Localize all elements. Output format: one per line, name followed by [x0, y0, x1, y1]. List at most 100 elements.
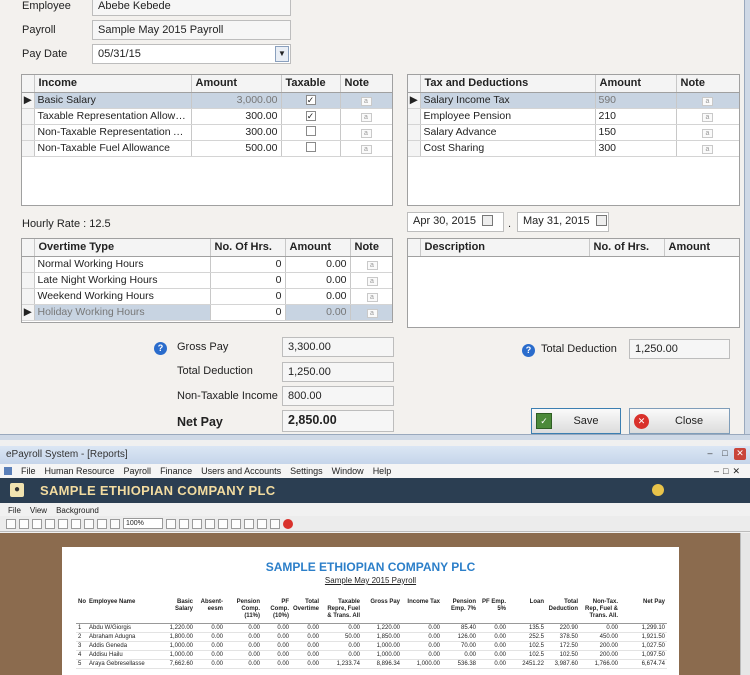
save-button[interactable]: ✓ Save	[531, 408, 621, 434]
first-page-icon[interactable]	[179, 518, 189, 529]
note-icon[interactable]: a	[702, 113, 713, 122]
deduction-name[interactable]: Employee Pension	[420, 108, 596, 125]
email-icon[interactable]	[71, 518, 81, 529]
overtime-hours[interactable]: 0	[210, 288, 286, 305]
export-icon[interactable]	[58, 518, 68, 529]
multi-page-icon[interactable]	[231, 518, 241, 529]
lightbulb-icon[interactable]: ●	[10, 483, 24, 497]
table-row[interactable]: Taxable Representation Allowan... 300.00…	[22, 108, 392, 125]
overtime-amount[interactable]: 0.00	[285, 304, 351, 321]
menu-file[interactable]: File	[21, 466, 36, 476]
note-icon[interactable]: a	[360, 145, 372, 154]
overtime-amount[interactable]: 0.00	[285, 256, 351, 273]
chevron-down-icon[interactable]: ▼	[275, 46, 289, 62]
overtime-hours[interactable]: 0	[210, 272, 286, 289]
report-menu-file[interactable]: File	[8, 506, 21, 515]
gross-pay-field[interactable]: 3,300.00	[282, 337, 394, 357]
income-amount[interactable]: 300.00	[191, 108, 282, 125]
income-header[interactable]: Income	[34, 75, 192, 93]
table-row[interactable]: ▶ Basic Salary 3,000.00 ✓ a	[22, 92, 392, 109]
note-icon[interactable]: a	[366, 309, 378, 318]
deduction-amount[interactable]: 210	[595, 108, 677, 125]
zoom-out-icon[interactable]	[97, 518, 107, 529]
hours-header[interactable]: No. Of Hrs.	[210, 239, 286, 257]
menu-help[interactable]: Help	[373, 466, 392, 476]
menu-settings[interactable]: Settings	[290, 466, 323, 476]
color-icon[interactable]	[257, 518, 267, 529]
note-icon[interactable]: a	[702, 145, 713, 154]
note-icon[interactable]: a	[366, 293, 378, 302]
zoom-icon[interactable]	[110, 518, 120, 529]
taxable-checkbox[interactable]: ✓	[305, 111, 316, 121]
note-icon[interactable]: a	[360, 129, 372, 138]
table-row[interactable]: Weekend Working Hours 0 0.00 a	[22, 288, 392, 305]
close-button[interactable]: ✕ Close	[629, 408, 730, 434]
table-row[interactable]: Salary Advance 150 a	[408, 124, 739, 141]
deduction-name[interactable]: Cost Sharing	[420, 140, 596, 157]
help-icon[interactable]: ?	[522, 344, 535, 357]
overtime-hours[interactable]: 0	[210, 256, 286, 273]
hand-icon[interactable]	[84, 518, 94, 529]
total-deduction-field[interactable]: 1,250.00	[282, 362, 394, 382]
hours-header[interactable]: No. of Hrs.	[589, 239, 665, 257]
table-row[interactable]: Non-Taxable Representation All... 300.00…	[22, 124, 392, 141]
paydate-field[interactable]: 05/31/15 ▼	[92, 44, 291, 64]
send-icon[interactable]	[270, 518, 280, 529]
net-pay-field[interactable]: 2,850.00	[282, 410, 394, 432]
note-header[interactable]: Note	[676, 75, 739, 93]
close-window-icon[interactable]: ✕	[734, 448, 746, 460]
amount-header[interactable]: Amount	[191, 75, 282, 93]
menu-human-resource[interactable]: Human Resource	[45, 466, 115, 476]
prev-page-icon[interactable]	[192, 518, 202, 529]
note-icon[interactable]: a	[360, 113, 372, 122]
income-name[interactable]: Non-Taxable Fuel Allowance	[34, 140, 192, 157]
deduction-amount[interactable]: 300	[595, 140, 677, 157]
date-to-picker[interactable]: May 31, 2015	[517, 212, 609, 232]
menu-finance[interactable]: Finance	[160, 466, 192, 476]
note-icon[interactable]: a	[702, 97, 713, 106]
table-row[interactable]: ▶ Holiday Working Hours 0 0.00 a	[22, 304, 392, 321]
table-row[interactable]: Employee Pension 210 a	[408, 108, 739, 125]
overtime-amount[interactable]: 0.00	[285, 288, 351, 305]
taxable-checkbox[interactable]	[305, 141, 316, 152]
deduction-name[interactable]: Salary Income Tax	[420, 92, 596, 109]
deduction-name[interactable]: Salary Advance	[420, 124, 596, 141]
payroll-field[interactable]: Sample May 2015 Payroll	[92, 20, 291, 40]
deduction-amount[interactable]: 590	[595, 92, 677, 109]
overtime-name[interactable]: Late Night Working Hours	[34, 272, 211, 289]
menu-window[interactable]: Window	[332, 466, 364, 476]
income-name[interactable]: Non-Taxable Representation All...	[34, 124, 192, 141]
income-name[interactable]: Basic Salary	[34, 92, 192, 109]
table-row[interactable]: Late Night Working Hours 0 0.00 a	[22, 272, 392, 289]
save-file-icon[interactable]	[19, 518, 29, 529]
date-from-picker[interactable]: Apr 30, 2015	[407, 212, 504, 232]
overtime-name[interactable]: Holiday Working Hours	[34, 304, 211, 321]
next-page-icon[interactable]	[205, 518, 215, 529]
minimize-icon[interactable]: –	[704, 448, 716, 460]
taxable-header[interactable]: Taxable	[281, 75, 341, 93]
table-row[interactable]: ▶ Salary Income Tax 590 a	[408, 92, 739, 109]
income-amount[interactable]: 500.00	[191, 140, 282, 157]
menu-payroll[interactable]: Payroll	[124, 466, 152, 476]
open-icon[interactable]	[6, 518, 16, 529]
mdi-window-buttons[interactable]: –□✕	[714, 466, 744, 477]
income-amount[interactable]: 300.00	[191, 124, 282, 141]
income-amount[interactable]: 3,000.00	[191, 92, 282, 109]
amount-header[interactable]: Amount	[595, 75, 677, 93]
note-icon[interactable]: a	[702, 129, 713, 138]
employee-field[interactable]: Abebe Kebede	[92, 0, 291, 16]
description-header[interactable]: Description	[420, 239, 590, 257]
last-page-icon[interactable]	[218, 518, 228, 529]
table-row[interactable]: Cost Sharing 300 a	[408, 140, 739, 157]
nontaxable-income-field[interactable]: 800.00	[282, 386, 394, 406]
calendar-icon[interactable]	[595, 215, 607, 226]
close-report-icon[interactable]	[283, 518, 293, 529]
taxable-checkbox[interactable]: ✓	[305, 95, 316, 105]
right-total-deduction-field[interactable]: 1,250.00	[629, 339, 730, 359]
overtime-amount[interactable]: 0.00	[285, 272, 351, 289]
calendar-icon[interactable]	[482, 215, 493, 226]
users-icon[interactable]	[652, 484, 664, 496]
note-icon[interactable]: a	[366, 277, 378, 286]
note-header[interactable]: Note	[350, 239, 392, 257]
amount-header[interactable]: Amount	[285, 239, 351, 257]
